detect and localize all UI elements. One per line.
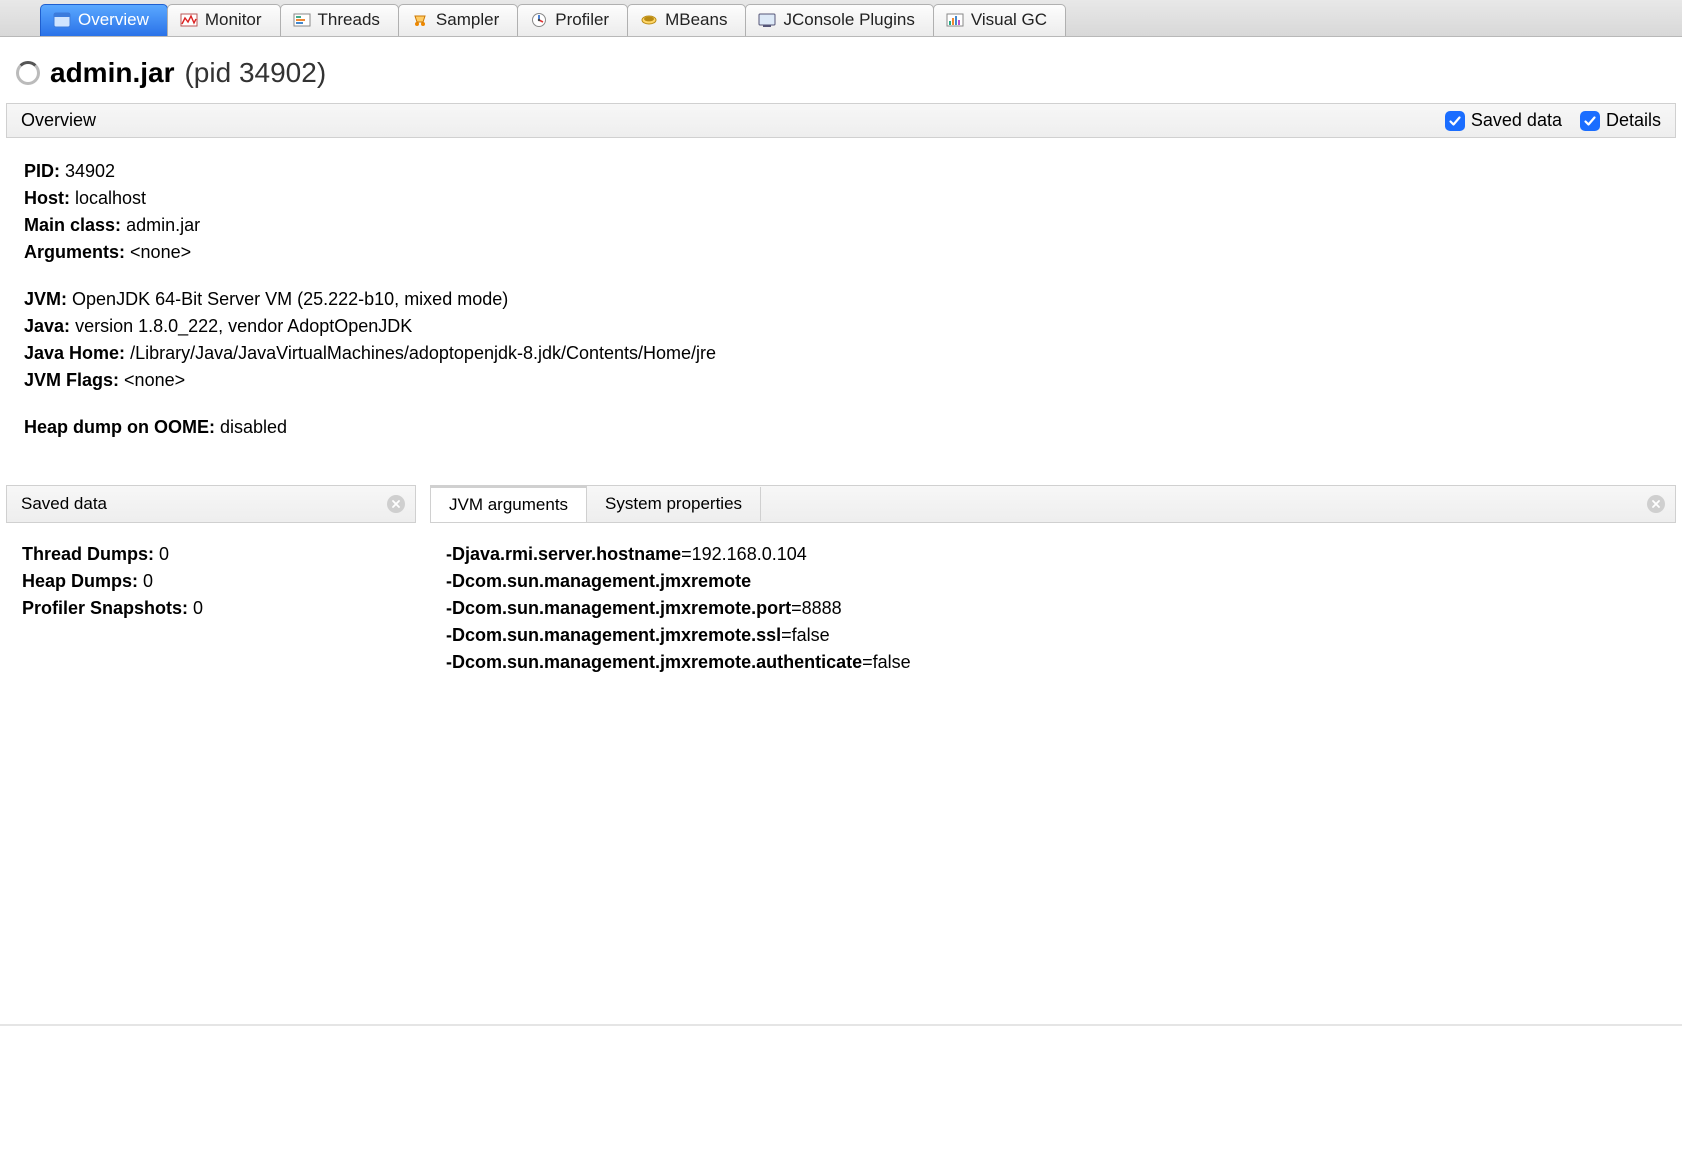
- jvm-arg-row: -Dcom.sun.management.jmxremote.ssl=false: [446, 622, 1660, 649]
- tab-sampler[interactable]: Sampler: [398, 4, 518, 36]
- loading-icon: [16, 61, 40, 85]
- profiler-snapshots-label: Profiler Snapshots:: [22, 598, 188, 618]
- checkbox-label: Saved data: [1471, 110, 1562, 131]
- tab-label: Visual GC: [971, 10, 1047, 30]
- close-icon[interactable]: [387, 495, 405, 513]
- jvmflags-value: <none>: [124, 370, 185, 390]
- details-checkbox[interactable]: Details: [1580, 110, 1661, 131]
- tab-label: Sampler: [436, 10, 499, 30]
- jvm-label: JVM:: [24, 289, 67, 309]
- jconsole-icon: [758, 12, 776, 28]
- tab-label: Profiler: [555, 10, 609, 30]
- checkbox-label: Details: [1606, 110, 1661, 131]
- jvm-args-pane-header: JVM arguments System properties: [430, 485, 1676, 523]
- lower-panes: Saved data Thread Dumps: 0 Heap Dumps: 0…: [6, 485, 1676, 694]
- tab-label: Threads: [318, 10, 380, 30]
- tab-threads[interactable]: Threads: [280, 4, 399, 36]
- saved-data-pane-header: Saved data: [6, 485, 416, 523]
- mbeans-icon: [640, 12, 658, 28]
- jvm-arg-row: -Dcom.sun.management.jmxremote.port=8888: [446, 595, 1660, 622]
- tab-overview[interactable]: Overview: [40, 4, 168, 36]
- profiler-icon: [530, 12, 548, 28]
- profiler-snapshots-value: 0: [193, 598, 203, 618]
- checkbox-checked-icon: [1580, 111, 1600, 131]
- tab-jvm-arguments[interactable]: JVM arguments: [431, 486, 587, 522]
- sampler-icon: [411, 12, 429, 28]
- heap-dumps-label: Heap Dumps:: [22, 571, 138, 591]
- thread-dumps-value: 0: [159, 544, 169, 564]
- close-icon[interactable]: [1647, 495, 1665, 513]
- host-label: Host:: [24, 188, 70, 208]
- tab-system-properties[interactable]: System properties: [587, 487, 761, 521]
- tab-monitor[interactable]: Monitor: [167, 4, 281, 36]
- page-title-row: admin.jar (pid 34902): [0, 37, 1682, 103]
- tab-jconsole-plugins[interactable]: JConsole Plugins: [745, 4, 933, 36]
- pid-value: 34902: [65, 161, 115, 181]
- monitor-icon: [180, 12, 198, 28]
- tab-label: Overview: [78, 10, 149, 30]
- arguments-label: Arguments:: [24, 242, 125, 262]
- tab-mbeans[interactable]: MBeans: [627, 4, 746, 36]
- tab-label: JConsole Plugins: [783, 10, 914, 30]
- checkbox-checked-icon: [1445, 111, 1465, 131]
- overview-body: PID: 34902 Host: localhost Main class: a…: [0, 138, 1682, 485]
- heapdump-label: Heap dump on OOME:: [24, 417, 215, 437]
- heapdump-value: disabled: [220, 417, 287, 437]
- host-value: localhost: [75, 188, 146, 208]
- java-value: version 1.8.0_222, vendor AdoptOpenJDK: [75, 316, 412, 336]
- jvm-arg-row: -Dcom.sun.management.jmxremote: [446, 568, 1660, 595]
- tab-profiler[interactable]: Profiler: [517, 4, 628, 36]
- saved-data-heading: Saved data: [7, 487, 121, 521]
- tab-label: MBeans: [665, 10, 727, 30]
- saved-data-pane: Saved data Thread Dumps: 0 Heap Dumps: 0…: [6, 485, 416, 694]
- javahome-value: /Library/Java/JavaVirtualMachines/adopto…: [130, 343, 716, 363]
- section-heading: Overview: [21, 110, 96, 131]
- overview-icon: [53, 12, 71, 28]
- tab-label: Monitor: [205, 10, 262, 30]
- tab-visual-gc[interactable]: Visual GC: [933, 4, 1066, 36]
- page-title: admin.jar: [50, 57, 174, 89]
- threads-icon: [293, 12, 311, 28]
- thread-dumps-label: Thread Dumps:: [22, 544, 154, 564]
- main-tabbar: Overview Monitor Threads Sampler Profile…: [0, 0, 1682, 37]
- javahome-label: Java Home:: [24, 343, 125, 363]
- pid-label: PID:: [24, 161, 60, 181]
- jvmflags-label: JVM Flags:: [24, 370, 119, 390]
- jvm-arg-row: -Dcom.sun.management.jmxremote.authentic…: [446, 649, 1660, 676]
- mainclass-value: admin.jar: [126, 215, 200, 235]
- saved-data-body: Thread Dumps: 0 Heap Dumps: 0 Profiler S…: [6, 523, 416, 640]
- arguments-value: <none>: [130, 242, 191, 262]
- jvm-arg-row: -Djava.rmi.server.hostname=192.168.0.104: [446, 541, 1660, 568]
- jvm-value: OpenJDK 64-Bit Server VM (25.222-b10, mi…: [72, 289, 508, 309]
- saved-data-checkbox[interactable]: Saved data: [1445, 110, 1562, 131]
- bottom-edge: [0, 1024, 1682, 1026]
- page-title-pid: (pid 34902): [184, 57, 326, 89]
- overview-section-header: Overview Saved data Details: [6, 103, 1676, 138]
- mainclass-label: Main class:: [24, 215, 121, 235]
- jvm-args-pane: JVM arguments System properties -Djava.r…: [430, 485, 1676, 694]
- jvm-args-body: -Djava.rmi.server.hostname=192.168.0.104…: [430, 523, 1676, 694]
- visualgc-icon: [946, 12, 964, 28]
- heap-dumps-value: 0: [143, 571, 153, 591]
- java-label: Java:: [24, 316, 70, 336]
